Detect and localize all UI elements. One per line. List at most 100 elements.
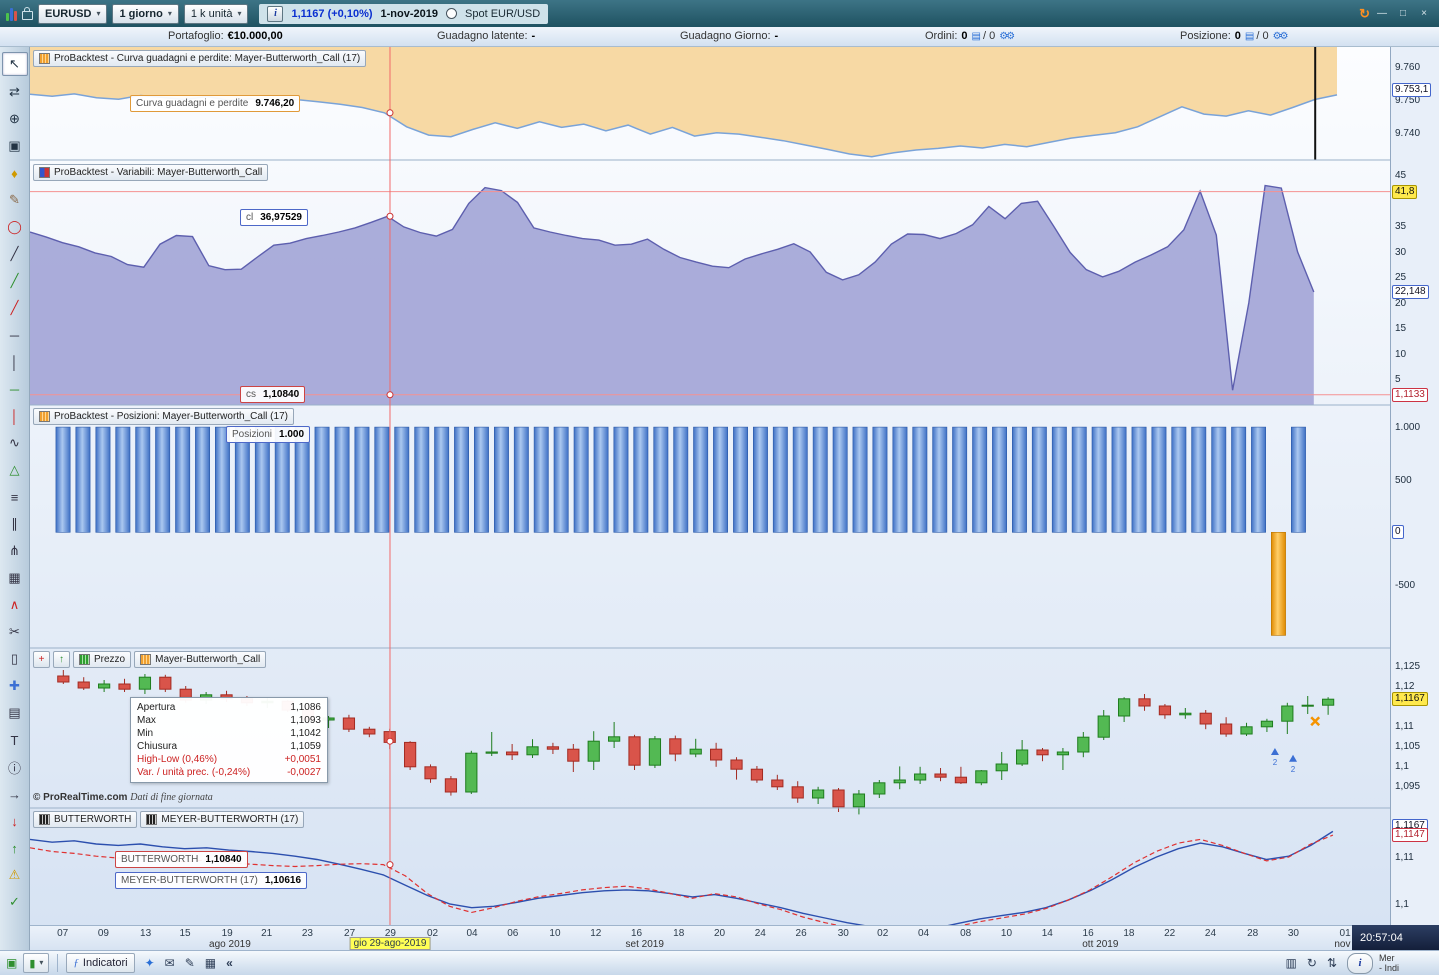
horizontal-line-tool[interactable]: ─ (3, 324, 27, 346)
fibonacci-tool[interactable]: ≡ (3, 486, 27, 508)
record-circle-tool[interactable]: ◯ (3, 216, 27, 238)
refresh-icon[interactable]: ↻ (1307, 956, 1317, 970)
new-chart-icon[interactable]: ▣ (6, 956, 17, 970)
position-pending: / 0 (1256, 30, 1269, 42)
price-badge: 1,1133 (1392, 387, 1428, 402)
butterworth-chip-label: BUTTERWORTH (121, 854, 199, 865)
zigzag-tool[interactable]: ∧ (3, 594, 27, 616)
pitchfork-tool[interactable]: ⋔ (3, 540, 27, 562)
check-tool[interactable]: ✓ (3, 891, 27, 913)
expand-panel-button[interactable]: ↑ (53, 651, 70, 668)
clock-time: 20:57:04 (1360, 931, 1403, 944)
panel-title-equity[interactable]: ProBacktest - Curva guadagni e perdite: … (33, 50, 367, 67)
text-tool[interactable]: T (3, 729, 27, 751)
symbol-label: EURUSD (45, 7, 92, 20)
price-axis[interactable]: 9.760 9.750 9.740 9.753,1 45 35 30 25 20 15 10 5 41,… (1390, 47, 1439, 925)
variables-panel-title: ProBacktest - Variabili: Mayer-Butterwor… (54, 167, 263, 178)
orders-count: 0 (961, 30, 968, 42)
channel-tool[interactable]: ∥ (3, 513, 27, 535)
chat-icon[interactable]: ✉ (165, 956, 175, 970)
y-axis-tick: 20 (1395, 297, 1407, 309)
tab-system[interactable]: Mayer-Butterworth_Call (134, 651, 267, 668)
date-axis[interactable]: 07 09 13 15 19 21 23 27 29 02 04 06 10 12 16 18 20 24 26 30… (30, 925, 1390, 950)
minimize-button[interactable]: — (1373, 6, 1391, 21)
panel-title-variables[interactable]: ProBacktest - Variabili: Mayer-Butterwor… (33, 164, 269, 181)
spot-radio[interactable] (446, 8, 458, 19)
divider (57, 954, 59, 972)
help-info-button[interactable]: i (1347, 952, 1373, 974)
horizontal-ray-tool[interactable]: ─ (3, 378, 27, 400)
tab-butterworth[interactable]: BUTTERWORTH (33, 811, 138, 828)
x-axis-tick: 26 (795, 928, 807, 939)
portfolio-label: Portafoglio: (168, 30, 224, 42)
swap-icon[interactable]: ⇅ (1327, 956, 1337, 970)
trendline-up-tool[interactable]: ╱ (3, 270, 27, 292)
x-axis-tick: 30 (837, 928, 849, 939)
mini-chart-icon[interactable]: ▥ (1286, 956, 1297, 970)
info-tool[interactable]: ⓘ (3, 756, 27, 778)
candlestick-icon: ▮ (29, 957, 36, 970)
positions-chip-label: Posizioni (232, 429, 273, 440)
panel-title-positions[interactable]: ProBacktest - Posizioni: Mayer-Butterwor… (33, 408, 294, 425)
vertical-ray-tool[interactable]: │ (3, 405, 27, 427)
indicators-button[interactable]: ƒ Indicatori (66, 953, 135, 973)
tab-meyer-butterworth[interactable]: MEYER-BUTTERWORTH (17) (140, 811, 305, 828)
symbol-dropdown[interactable]: EURUSD ▾ (38, 3, 108, 24)
measure-tool[interactable]: ✎ (3, 189, 27, 211)
arrow-down-tool[interactable]: ↓ (3, 810, 27, 832)
move-tool[interactable]: ✚ (3, 675, 27, 697)
orders-summary: Ordini: 0 ▤ / 0 ⚙⚙ (925, 30, 1015, 42)
orders-list-icon[interactable]: ▤ (972, 31, 982, 42)
ohlc-data-window: Apertura 1,1086 Max 1,1093 Min 1,1042 Chius… (130, 697, 328, 783)
lock-icon[interactable] (22, 7, 33, 20)
chart-style-dropdown[interactable]: ▮ ▾ (23, 953, 50, 973)
cs-value-chip: cs 1,10840 (240, 386, 306, 403)
collapse-icon[interactable]: « (226, 956, 233, 970)
zoom-in-tool[interactable]: ⊕ (3, 108, 27, 130)
zoom-area-tool[interactable]: ▣ (3, 135, 27, 157)
keyboard-icon[interactable]: ▦ (205, 956, 216, 970)
tab-prezzo[interactable]: Prezzo (73, 651, 132, 668)
position-settings-icon[interactable]: ⚙⚙ (1273, 31, 1289, 42)
cl-chip-label: cl (246, 212, 254, 223)
events-preview[interactable]: Mer - Indi (1379, 953, 1431, 973)
bottom-toolbar: ▣ ▮ ▾ ƒ Indicatori ✦ ✉ ✎ ▦ « ▥ ↻ ⇅ i Mer… (0, 950, 1439, 975)
clock: 20:57:04 (1352, 925, 1439, 950)
share-icon[interactable]: ✦ (145, 956, 155, 970)
x-axis-tick: 10 (549, 928, 561, 939)
alerts-bell-tool[interactable]: ♦ (3, 162, 27, 184)
cursor-tool[interactable]: ↖ (1, 52, 28, 76)
warning-tool[interactable]: ⚠ (3, 864, 27, 886)
triangle-tool[interactable]: △ (3, 459, 27, 481)
y-axis-tick: 30 (1395, 246, 1407, 258)
x-axis-tick: 02 (877, 928, 889, 939)
scissors-tool[interactable]: ✂ (3, 621, 27, 643)
chevron-down-icon: ▾ (96, 8, 101, 18)
copy-tool[interactable]: ▤ (3, 702, 27, 724)
maximize-button[interactable]: □ (1394, 6, 1412, 21)
trendline-tool[interactable]: ╱ (3, 243, 27, 265)
close-label: Chiusura (137, 741, 178, 752)
curve-tool[interactable]: ∿ (3, 432, 27, 454)
trendline-down-tool[interactable]: ╱ (3, 297, 27, 319)
position-list-icon[interactable]: ▤ (1245, 31, 1255, 42)
units-dropdown[interactable]: 1 k unità ▾ (183, 3, 249, 24)
x-axis-tick: 21 (261, 928, 273, 939)
arrow-right-tool[interactable]: → (3, 783, 27, 805)
compose-icon[interactable]: ✎ (185, 956, 195, 970)
x-axis-tick: 15 (179, 928, 191, 939)
grid-tool[interactable]: ▦ (3, 567, 27, 589)
price-tab-label: Prezzo (94, 654, 126, 665)
arrow-up-tool[interactable]: ↑ (3, 837, 27, 859)
add-indicator-button[interactable]: + (33, 651, 50, 668)
timeframe-dropdown[interactable]: 1 giorno ▾ (112, 3, 179, 24)
connection-status-icon[interactable]: ↻ (1359, 6, 1370, 22)
vertical-line-tool[interactable]: │ (3, 351, 27, 373)
variables-panel-icon (39, 167, 50, 178)
trash-tool[interactable]: ▯ (3, 648, 27, 670)
pan-tool[interactable]: ⇄ (3, 81, 27, 103)
orders-settings-icon[interactable]: ⚙⚙ (999, 31, 1015, 42)
close-button[interactable]: × (1415, 6, 1433, 21)
butterworth-tab-label: BUTTERWORTH (54, 814, 132, 825)
info-icon[interactable]: i (267, 5, 284, 22)
